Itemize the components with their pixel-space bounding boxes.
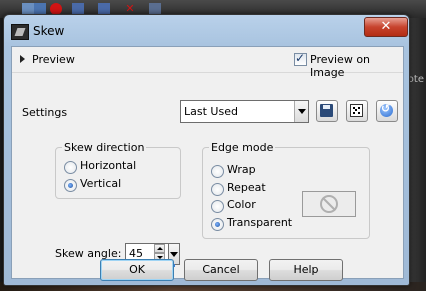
spin-up-icon[interactable] (154, 244, 165, 253)
dice-icon (350, 104, 363, 117)
repeat-radio[interactable] (211, 183, 224, 196)
window-title: Skew (33, 24, 65, 38)
wrap-radio[interactable] (211, 165, 224, 178)
help-button[interactable]: Help (269, 259, 343, 281)
disabled-icon (320, 195, 338, 213)
expand-arrow-icon[interactable] (20, 55, 25, 63)
skew-app-icon (11, 24, 29, 40)
color-radio[interactable] (211, 200, 224, 213)
reset-icon (380, 102, 393, 117)
save-preset-button[interactable] (316, 100, 338, 122)
close-button[interactable]: ✕ (364, 17, 408, 37)
dropdown-arrow-icon[interactable] (294, 101, 308, 122)
settings-label: Settings (22, 106, 68, 119)
preview-bar: Preview ✓ Preview on Image (12, 47, 403, 79)
checkmark-icon: ✓ (295, 51, 306, 65)
skew-direction-title: Skew direction (62, 141, 147, 154)
vertical-label[interactable]: Vertical (80, 177, 121, 190)
cancel-button[interactable]: Cancel (184, 259, 258, 281)
color-label[interactable]: Color (227, 198, 256, 211)
dialog-content: Preview ✓ Preview on Image Settings Last… (11, 46, 404, 281)
transparent-radio[interactable] (211, 218, 224, 231)
horizontal-label[interactable]: Horizontal (80, 159, 136, 172)
background-panel-text: ote (407, 74, 424, 85)
wrap-label[interactable]: Wrap (227, 163, 256, 176)
horizontal-radio[interactable] (64, 161, 77, 174)
settings-dropdown[interactable]: Last Used (180, 100, 309, 123)
repeat-label[interactable]: Repeat (227, 181, 266, 194)
title-bar[interactable]: Skew ✕ (4, 15, 409, 45)
skew-dialog: Skew ✕ Preview ✓ Preview on Image Settin… (3, 14, 410, 286)
edge-mode-title: Edge mode (209, 141, 276, 154)
preview-on-image-checkbox[interactable]: ✓ (294, 51, 307, 66)
randomize-button[interactable] (346, 100, 368, 122)
transparent-label[interactable]: Transparent (227, 216, 292, 229)
reset-button[interactable] (376, 100, 398, 122)
save-preset-icon (320, 104, 333, 117)
preview-toggle[interactable]: Preview (32, 53, 75, 66)
vertical-radio[interactable] (64, 179, 77, 192)
ok-button[interactable]: OK (100, 259, 174, 281)
edge-color-swatch[interactable] (302, 191, 356, 217)
background-panel: ote (407, 18, 426, 291)
skew-direction-group: Skew direction Horizontal Vertical (55, 141, 181, 199)
close-icon: ✕ (380, 19, 392, 34)
settings-selected-value: Last Used (184, 105, 238, 118)
preview-on-image-label[interactable]: Preview on Image (310, 53, 403, 79)
